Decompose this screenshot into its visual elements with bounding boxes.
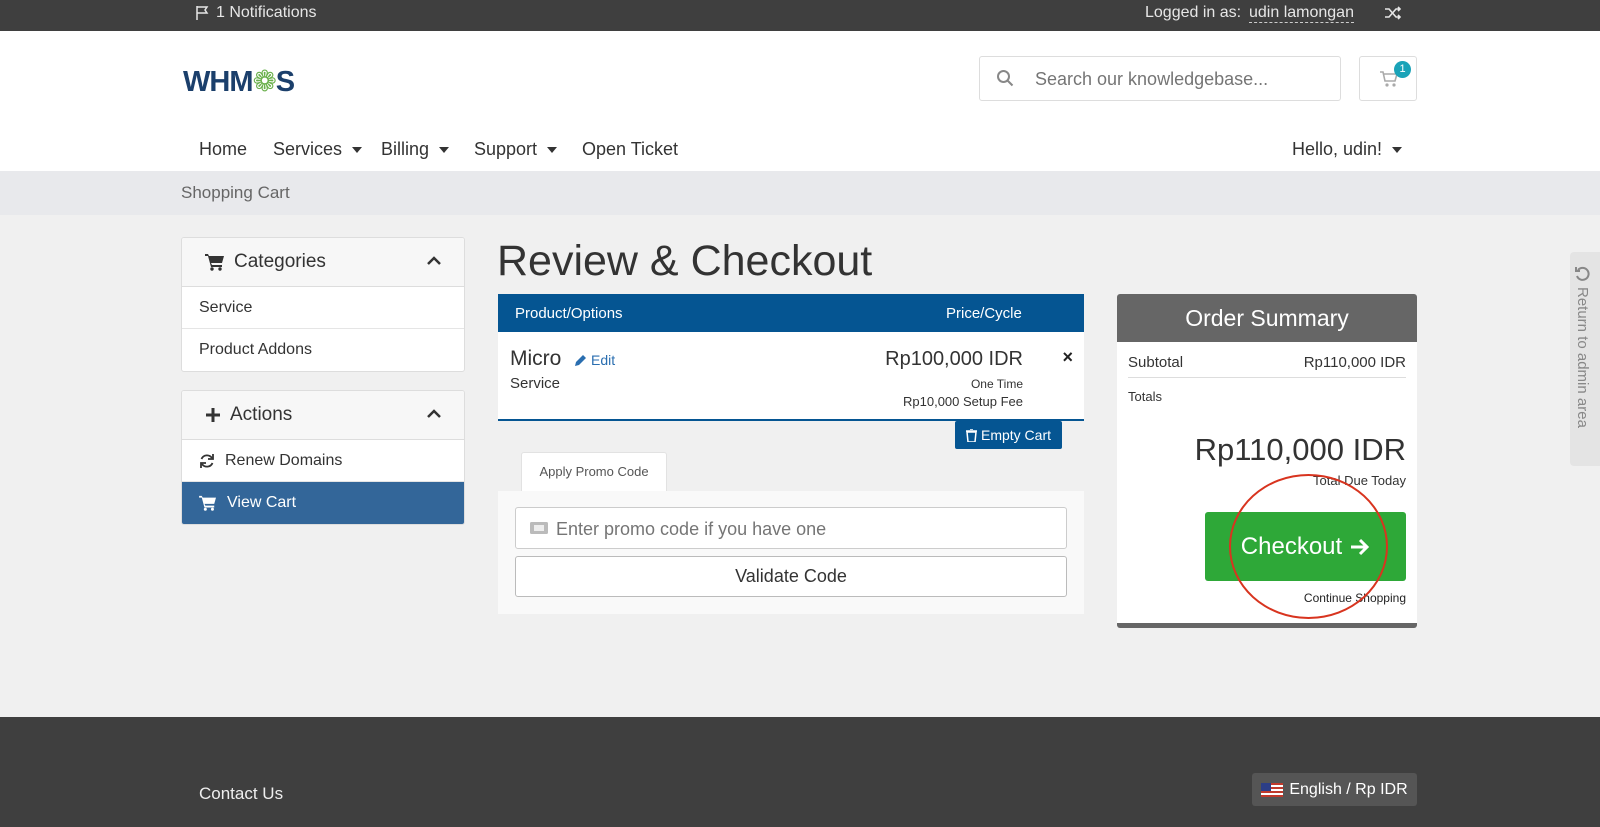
footer: Contact Us English / Rp IDR (0, 717, 1600, 827)
nav-billing[interactable]: Billing (381, 139, 450, 160)
action-label: View Cart (227, 494, 297, 511)
categories-header[interactable]: Categories (182, 238, 464, 287)
return-to-admin-tab[interactable]: Return to admin area (1570, 252, 1600, 466)
notifications-link[interactable]: 1 Notifications (195, 4, 317, 22)
whmcs-logo[interactable]: WHM❁S (183, 64, 295, 99)
header: WHM❁S 1 Home Services Billing Support Op… (0, 31, 1600, 171)
tab-apply-promo-code[interactable]: Apply Promo Code (521, 452, 667, 492)
actions-panel: Actions Renew Domains View Cart (181, 390, 465, 525)
promo-panel: Validate Code (498, 491, 1084, 614)
cart-item-row: Micro Edit Service Rp100,000 IDR One Tim… (498, 332, 1084, 421)
promo-code-input[interactable] (556, 517, 1056, 541)
search-input[interactable] (1035, 66, 1325, 92)
nav-support[interactable]: Support (474, 139, 558, 160)
categories-panel: Categories Service Product Addons (181, 237, 465, 372)
promo-code-field[interactable] (515, 507, 1067, 549)
chevron-down-icon (352, 146, 363, 153)
flag-icon (196, 6, 209, 20)
totals-label: Totals (1128, 389, 1162, 404)
nav-services-label: Services (273, 139, 343, 159)
col-product-options: Product/Options (515, 305, 623, 322)
cart-icon (205, 254, 224, 271)
page-title: Review & Checkout (497, 237, 873, 285)
refresh-icon (200, 453, 214, 468)
breadcrumb-current: Shopping Cart (181, 183, 290, 202)
action-view-cart[interactable]: View Cart (182, 482, 464, 524)
actions-title: Actions (230, 404, 293, 425)
edit-label: Edit (591, 352, 616, 368)
plus-icon (206, 408, 220, 422)
trash-icon (965, 428, 977, 442)
cart-icon (199, 495, 216, 511)
language-label: English / Rp IDR (1289, 780, 1408, 798)
shuffle-icon[interactable] (1384, 5, 1402, 26)
chevron-down-icon (439, 146, 450, 153)
logo-text-start: WHM (183, 66, 253, 98)
item-type: Service (510, 375, 561, 392)
breadcrumb: Shopping Cart (0, 171, 1600, 215)
category-item-service[interactable]: Service (182, 287, 464, 329)
nav-hello-label: Hello, udin! (1292, 139, 1383, 159)
empty-cart-button[interactable]: Empty Cart (955, 421, 1062, 449)
username-link[interactable]: udin lamongan (1249, 4, 1354, 23)
order-summary-title: Order Summary (1117, 294, 1417, 342)
action-renew-domains[interactable]: Renew Domains (182, 440, 464, 482)
item-name: Micro (510, 347, 562, 370)
category-item-product-addons[interactable]: Product Addons (182, 329, 464, 371)
return-to-admin-label: Return to admin area (1574, 287, 1591, 428)
col-price-cycle: Price/Cycle (946, 305, 1022, 322)
logo-text-end: S (275, 66, 295, 98)
nav-home[interactable]: Home (199, 139, 247, 160)
item-price: Rp100,000 IDR (885, 348, 1023, 370)
chevron-down-icon (547, 146, 558, 153)
ticket-icon (530, 522, 548, 534)
cart-table: Product/Options Price/Cycle Micro Edit S… (498, 294, 1084, 421)
nav-account-menu[interactable]: Hello, udin! (1292, 139, 1403, 160)
pencil-icon (575, 354, 586, 366)
subtotal-label: Subtotal (1128, 354, 1184, 371)
actions-header[interactable]: Actions (182, 391, 464, 440)
cart-table-header: Product/Options Price/Cycle (498, 294, 1084, 332)
nav-support-label: Support (474, 139, 538, 159)
item-cycle: One Time (970, 377, 1023, 391)
empty-cart-label: Empty Cart (980, 427, 1051, 443)
main-nav: Home Services Billing Support Open Ticke… (0, 133, 1600, 171)
chevron-down-icon (1392, 146, 1403, 153)
undo-icon (1575, 266, 1590, 281)
categories-title: Categories (234, 251, 326, 272)
nav-home-label: Home (199, 139, 248, 159)
edit-item-link[interactable]: Edit (574, 352, 615, 368)
nav-open-ticket[interactable]: Open Ticket (582, 139, 678, 160)
subtotal-value: Rp110,000 IDR (1303, 354, 1406, 371)
chevron-up-icon[interactable] (426, 254, 442, 266)
knowledgebase-search[interactable] (979, 56, 1341, 101)
language-currency-button[interactable]: English / Rp IDR (1252, 773, 1417, 806)
total-amount: Rp110,000 IDR (1194, 432, 1406, 467)
us-flag-icon (1261, 782, 1284, 797)
cart-count-badge: 1 (1394, 61, 1411, 78)
validate-code-button[interactable]: Validate Code (515, 556, 1067, 597)
chevron-up-icon[interactable] (426, 407, 442, 419)
logo-gear: ❁ (252, 66, 276, 98)
nav-open-ticket-label: Open Ticket (582, 139, 679, 159)
search-icon (997, 70, 1014, 87)
contact-us-link[interactable]: Contact Us (199, 784, 283, 804)
notifications-label: 1 Notifications (216, 4, 317, 21)
item-setup-fee: Rp10,000 Setup Fee (903, 394, 1023, 409)
cart-button[interactable]: 1 (1359, 56, 1417, 101)
remove-item-button[interactable]: × (1062, 347, 1073, 368)
category-label: Service (199, 298, 253, 316)
category-label: Product Addons (199, 341, 312, 358)
top-bar: 1 Notifications Logged in as: udin lamon… (0, 0, 1600, 31)
subtotal-row: Subtotal Rp110,000 IDR (1128, 354, 1406, 378)
logged-in-label: Logged in as: (1145, 4, 1242, 21)
nav-services[interactable]: Services (273, 139, 363, 160)
annotation-circle (1229, 474, 1388, 619)
action-label: Renew Domains (225, 451, 343, 469)
nav-billing-label: Billing (381, 139, 430, 159)
